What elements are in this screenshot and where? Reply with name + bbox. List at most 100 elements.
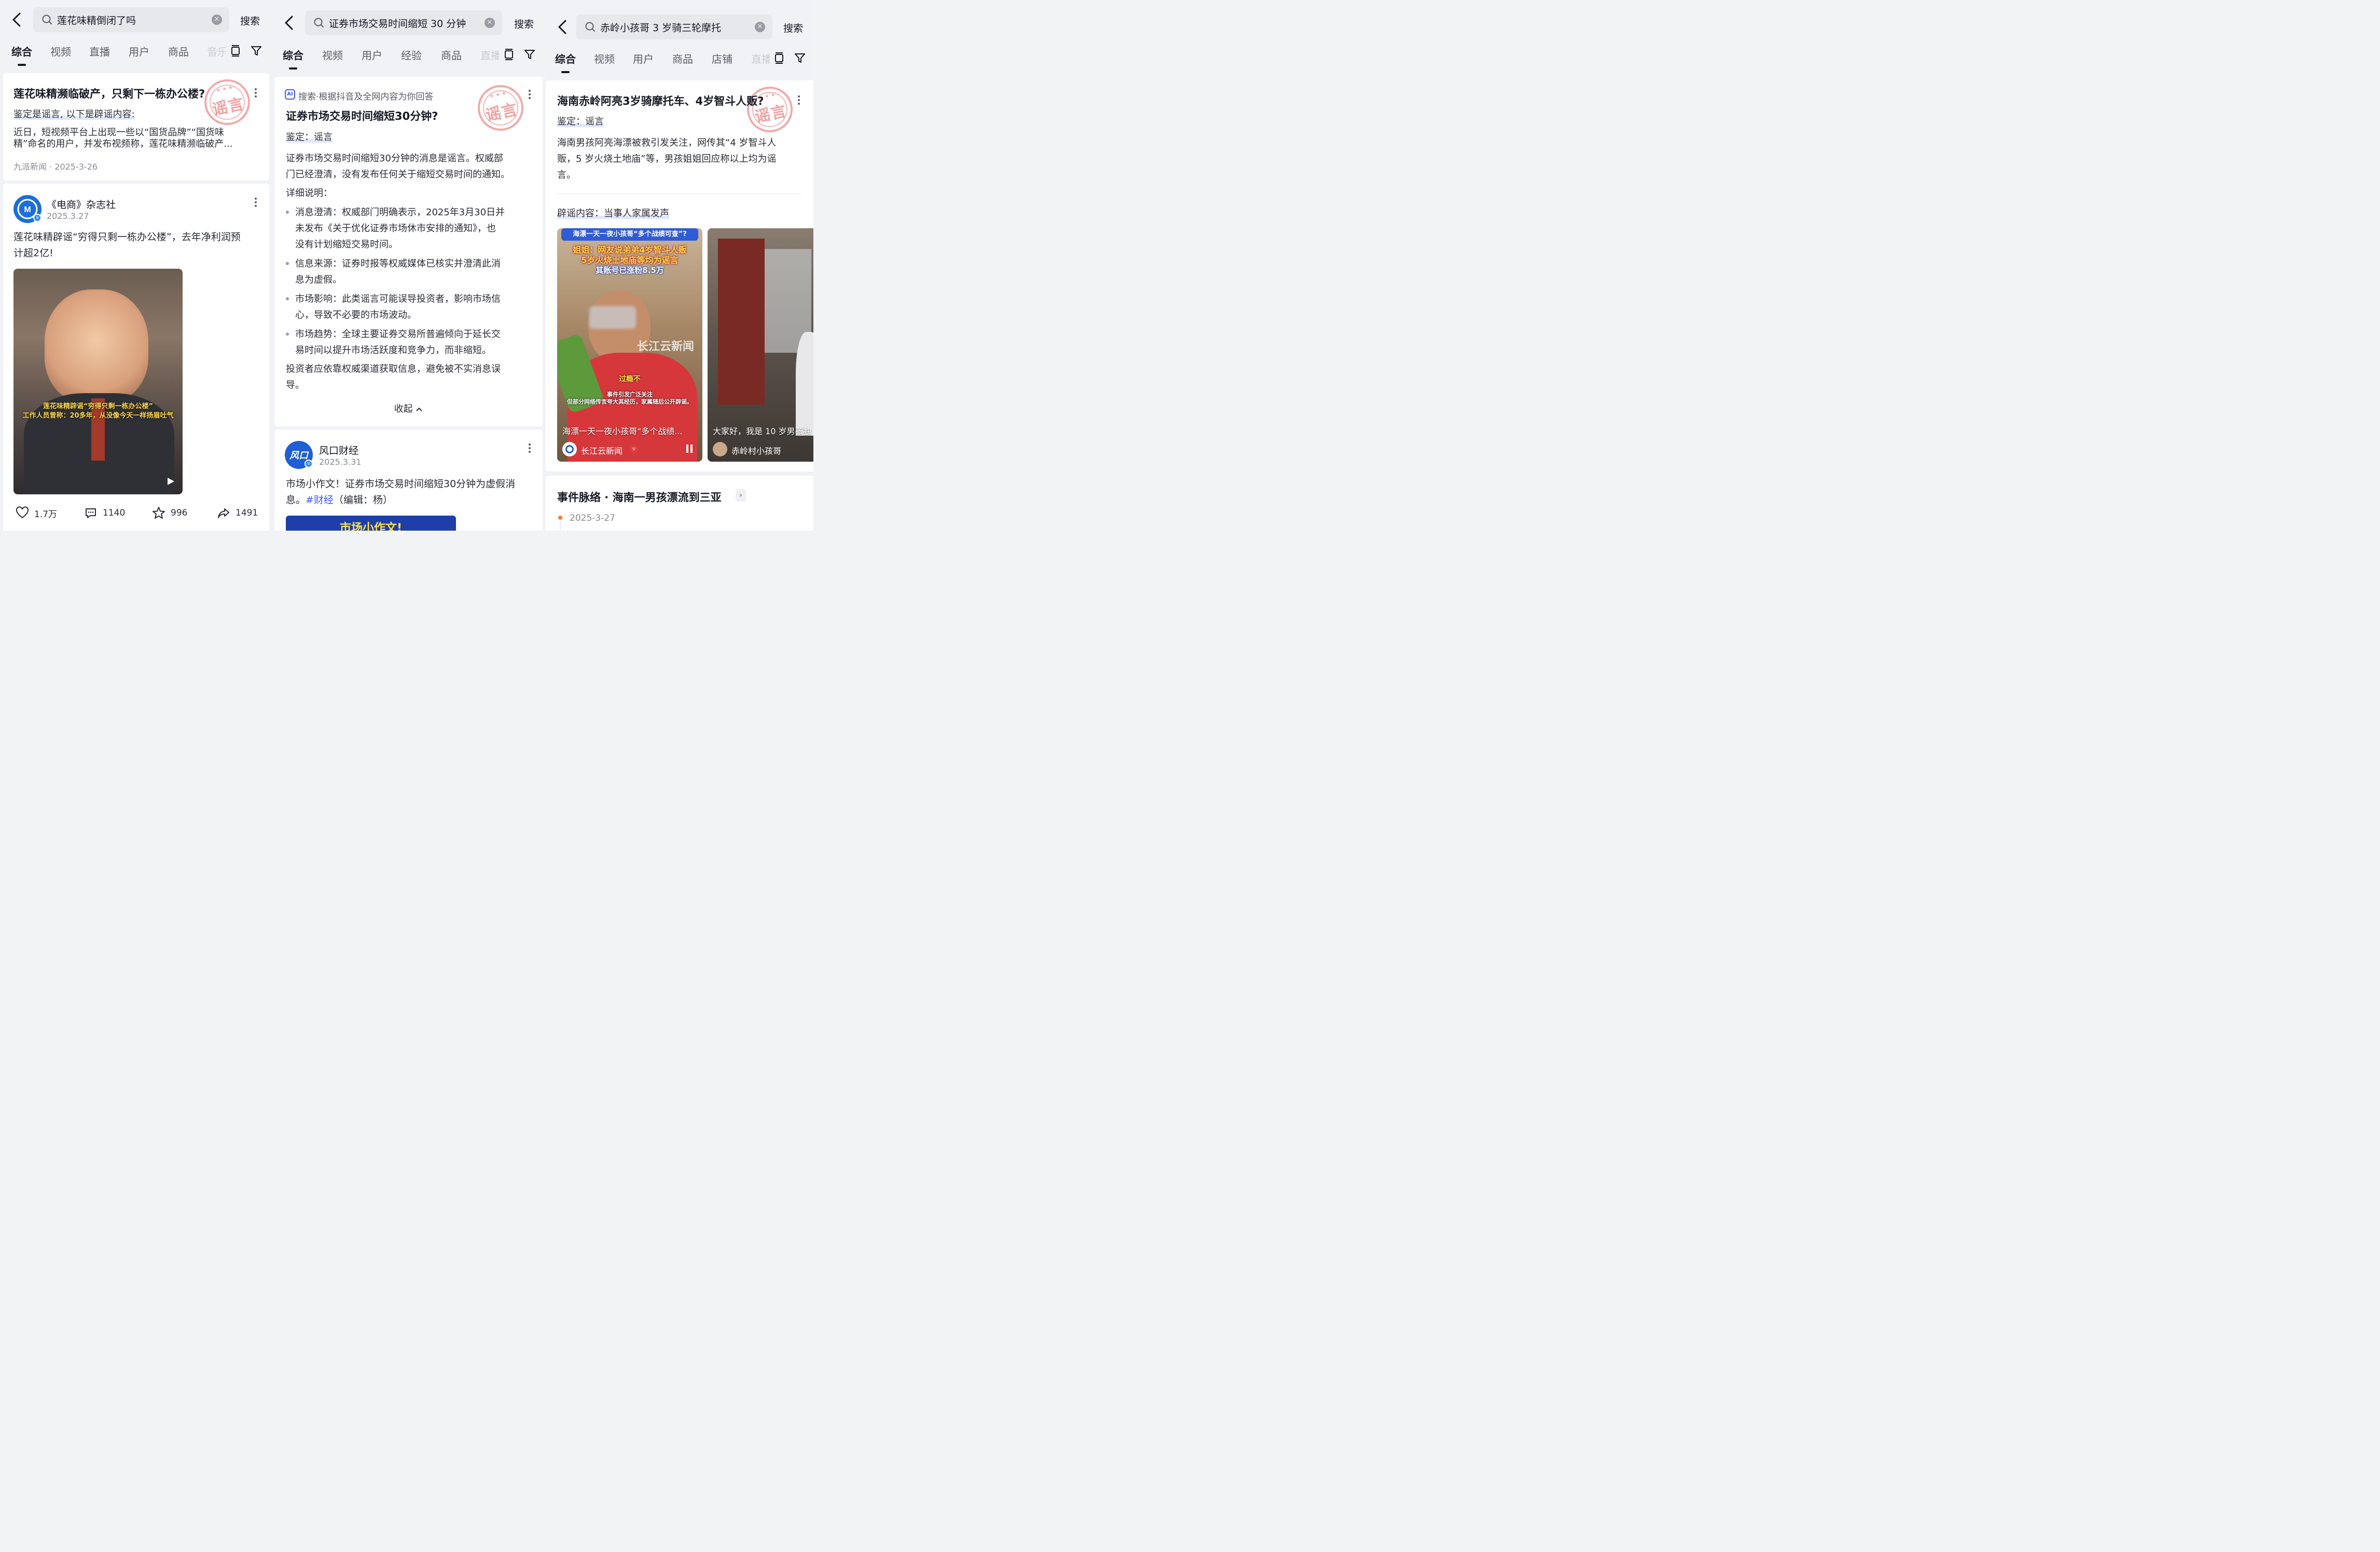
bullet-3-line1: 市场影响：此类谣言可能误导投资者，影响市场信 (295, 294, 501, 304)
tab-products[interactable]: 商品 (672, 51, 693, 66)
article-post-card[interactable]: 风口 v 风口财经 2025.3.31 市场小作文！证券市场交易时间缩短30分钟… (274, 429, 543, 531)
tab-bar: 综合 视频 用户 商品 店铺 直播 (545, 51, 813, 74)
rumor-body-line1: 近日，短视频平台上出现一些以“国货品牌”“国货味 (13, 127, 224, 138)
search-button[interactable]: 搜索 (514, 17, 534, 31)
layout-toggle-icon[interactable] (229, 45, 242, 57)
comment-icon (86, 508, 96, 518)
tab-video[interactable]: 视频 (50, 44, 71, 59)
more-options-icon[interactable] (794, 94, 804, 106)
tab-shops[interactable]: 店铺 (712, 51, 732, 66)
collapse-button[interactable]: 收起 (274, 401, 543, 415)
heart-icon (16, 506, 29, 519)
search-input[interactable]: 证券市场交易时间缩短 30 分钟 ✕ (305, 10, 502, 35)
favorite-button[interactable]: 996 (152, 506, 187, 520)
video-caption: 大家好，我是 10 岁男孩独 (713, 426, 812, 436)
clear-icon[interactable]: ✕ (755, 22, 765, 32)
tab-products[interactable]: 商品 (441, 47, 462, 62)
video-author[interactable]: 赤岭村小孩哥 (731, 444, 781, 456)
timeline-card[interactable]: 事件脉络 · 海南一男孩漂流到三亚 › 2025-3-27 (546, 476, 813, 531)
back-arrow-icon[interactable] (555, 17, 571, 37)
post-date: 2025.3.27 (47, 211, 89, 221)
clear-icon[interactable]: ✕ (212, 15, 222, 25)
tab-all[interactable]: 综合 (11, 44, 32, 66)
more-options-icon[interactable] (524, 88, 535, 101)
post-text-line1: 市场小作文！证券市场交易时间缩短30分钟为虚假消 (286, 478, 516, 490)
filter-icon[interactable] (794, 52, 806, 64)
video-author[interactable]: 长江云新闻 (581, 444, 622, 456)
video-thumbnail[interactable]: 海漂一天一夜小孩哥“多个战绩可查”? 姐姐：网友说弟弟4岁智斗人贩 5岁火烧土地… (557, 228, 702, 462)
layout-toggle-icon[interactable] (773, 52, 785, 64)
rumor-check-card[interactable]: ★ ★ ★ 谣言 莲花味精濒临破产，只剩下一栋办公楼? 鉴定是谣言, 以下是辟谣内… (3, 73, 269, 181)
tab-all[interactable]: 综合 (555, 51, 576, 73)
back-arrow-icon[interactable] (9, 9, 25, 30)
article-banner[interactable]: 市场小作文! (286, 516, 456, 531)
comment-count: 1140 (103, 508, 126, 518)
card-title: 莲花味精濒临破产，只剩下一栋办公楼? (13, 88, 205, 100)
tab-video[interactable]: 视频 (594, 51, 615, 66)
video-sub-3: 但部分网络传言夸大其经历，家属随后公开辟谣。 (567, 398, 693, 405)
watermark-logo: 长江云新闻 (636, 340, 694, 353)
share-button[interactable]: 1491 (217, 506, 258, 520)
verified-badge-icon: v (305, 460, 313, 468)
tab-users[interactable]: 用户 (129, 44, 149, 59)
timeline-dot (558, 516, 562, 520)
search-button[interactable]: 搜索 (240, 13, 260, 27)
filter-icon[interactable] (523, 48, 536, 61)
tab-live[interactable]: 直播 (751, 51, 770, 66)
post-text-line2: 息。#财经（编辑：杨） (286, 494, 393, 506)
comment-button[interactable]: 1140 (84, 506, 125, 520)
post-text-line2: 计超2亿! (13, 247, 53, 259)
tab-users[interactable]: 用户 (633, 51, 654, 66)
more-options-icon[interactable] (524, 442, 535, 454)
tab-live[interactable]: 直播 (89, 44, 110, 59)
tab-music[interactable]: 音乐 (207, 44, 226, 59)
video-sub-1: 过瘾不 (619, 375, 641, 383)
search-header: 莲花味精倒闭了吗 ✕ 搜索 (0, 7, 270, 38)
post-text-line1: 莲花味精辟谣“穷得只剩一栋办公楼”，去年净利润预 (13, 231, 241, 243)
search-button[interactable]: 搜索 (783, 21, 803, 35)
search-panel-lianhua: 莲花味精倒闭了吗 ✕ 搜索 综合 视频 直播 用户 商品 音乐 ★ ★ ★ 谣言 … (0, 0, 270, 531)
rumor-body-line2: 贩，5 岁火烧土地庙”等，男孩姐姐回应称以上均为谣 (557, 154, 777, 164)
timeline-title: 事件脉络 · 海南一男孩漂流到三亚 (557, 491, 722, 504)
more-options-icon[interactable] (251, 196, 261, 209)
video-post-card[interactable]: M v 《电商》杂志社 2025.3.27 莲花味精辟谣“穷得只剩一栋办公楼”，… (3, 184, 269, 531)
tab-users[interactable]: 用户 (362, 47, 382, 62)
tab-bar: 综合 视频 直播 用户 商品 音乐 (0, 44, 270, 66)
search-panel-chiling: 赤岭小孩哥 3 岁骑三轮摩托 ✕ 搜索 综合 视频 用户 商品 店铺 直播 ★ … (545, 0, 813, 531)
layout-toggle-icon[interactable] (503, 48, 515, 61)
tab-video[interactable]: 视频 (322, 47, 343, 62)
intro-line2: 门已经澄清，没有发布任何关于缩短交易时间的通知。 (286, 169, 510, 180)
tab-products[interactable]: 商品 (168, 44, 189, 59)
chevron-right-icon[interactable]: › (736, 489, 746, 502)
search-input[interactable]: 赤岭小孩哥 3 岁骑三轮摩托 ✕ (576, 15, 772, 39)
clear-icon[interactable]: ✕ (485, 18, 495, 28)
video-thumbnail[interactable]: 大家好，我是 10 岁男孩独 赤岭村小孩哥 (708, 228, 813, 462)
tab-experience[interactable]: 经验 (401, 47, 422, 62)
like-button[interactable]: 1.7万 (16, 506, 57, 520)
search-icon (585, 22, 595, 32)
video-thumbnail[interactable]: 莲花味精辟谣“穷得只剩一栋办公楼” 工作人员曾称：20多年，从没像今天一样扬眉吐… (13, 269, 183, 494)
author-name[interactable]: 《电商》杂志社 (47, 197, 116, 211)
divider (557, 193, 801, 194)
channel-logo-icon (562, 442, 577, 456)
back-arrow-icon[interactable] (282, 12, 297, 33)
tab-live[interactable]: 直播 (480, 47, 499, 62)
rumor-check-card[interactable]: ★ ★ ★ 谣言 海南赤岭阿亮3岁骑摩托车、4岁智斗人贩? 鉴定：谣言 海南男孩阿… (546, 80, 813, 472)
source-meta: 九派新闻 · 2025-3-26 (13, 162, 98, 172)
pause-icon[interactable] (686, 444, 693, 455)
search-header: 证券市场交易时间缩短 30 分钟 ✕ 搜索 (271, 10, 544, 41)
like-count: 1.7万 (34, 509, 58, 520)
favorite-count: 996 (171, 508, 188, 518)
author-name[interactable]: 风口财经 (319, 443, 358, 457)
play-icon[interactable] (166, 477, 175, 488)
search-input[interactable]: 莲花味精倒闭了吗 ✕ (33, 7, 229, 32)
filter-icon[interactable] (250, 45, 262, 57)
search-query: 赤岭小孩哥 3 岁骑三轮摩托 (600, 22, 722, 34)
ai-answer-card[interactable]: ★ ★ ★ 谣言 AI 搜索·根据抖音及全网内容为你回答 证券市场交易时间缩短30… (274, 77, 543, 426)
tab-all[interactable]: 综合 (283, 47, 303, 70)
hashtag-link[interactable]: #财经 (306, 494, 334, 506)
post-date: 2025.3.31 (319, 457, 362, 467)
more-options-icon[interactable] (251, 87, 261, 99)
ai-icon: AI (285, 89, 295, 100)
bullet-dot (286, 297, 289, 300)
